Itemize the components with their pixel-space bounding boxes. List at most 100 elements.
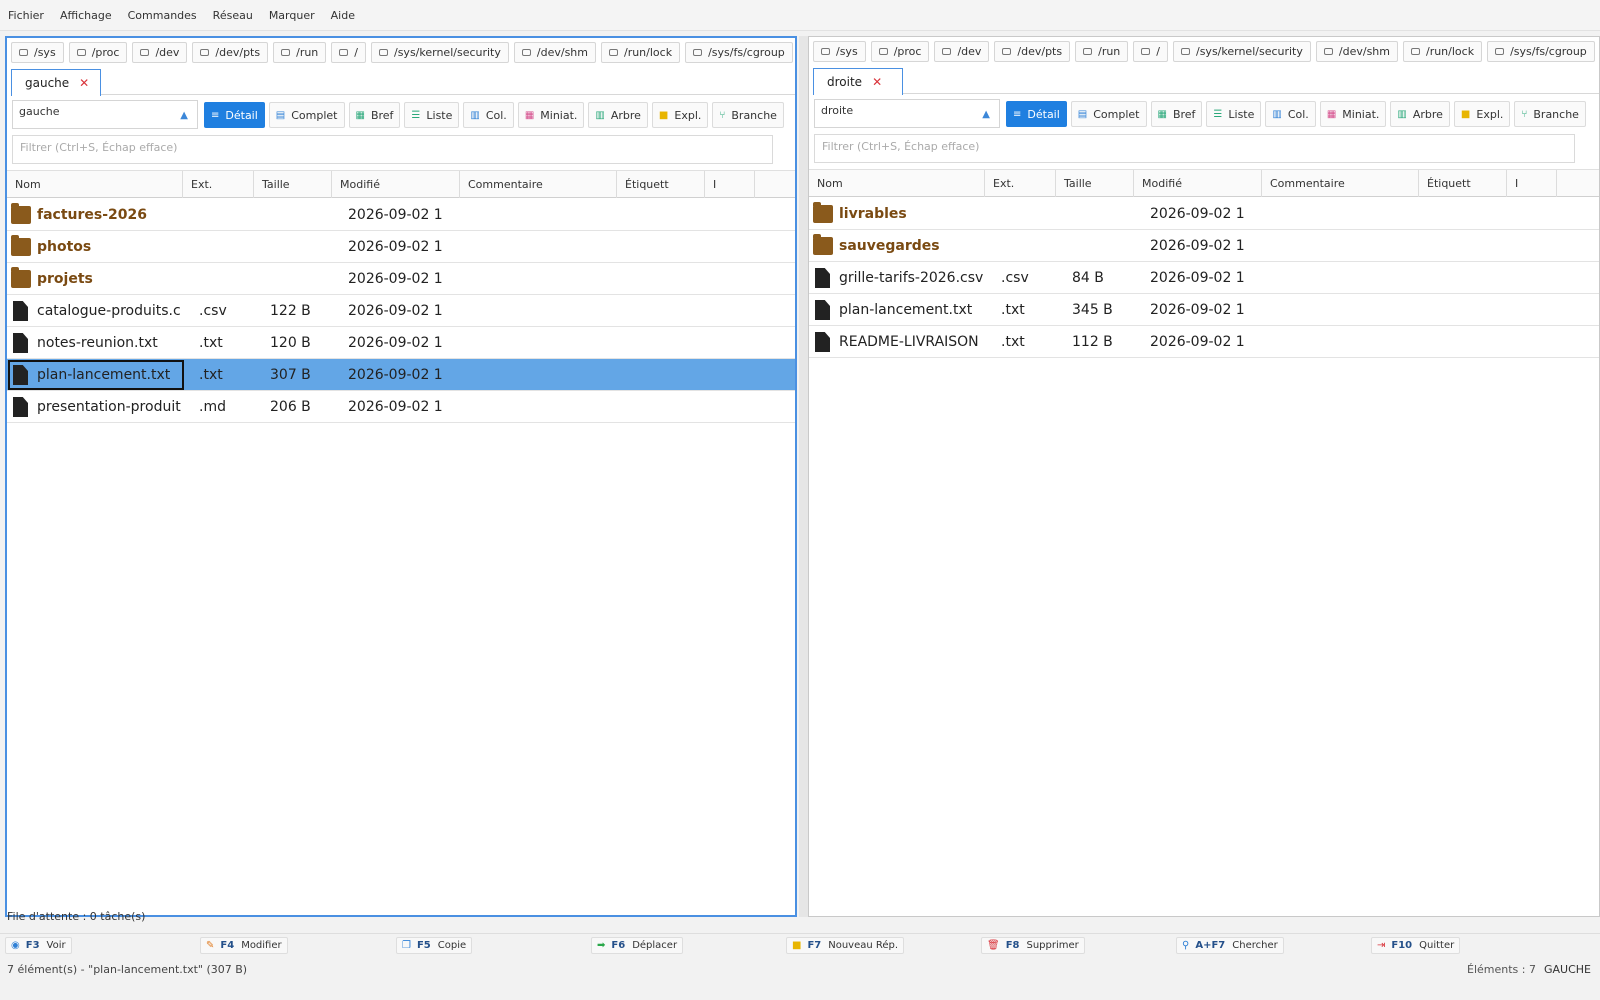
column-5[interactable]: Étiquett — [617, 171, 705, 198]
close-icon[interactable]: ✕ — [872, 75, 882, 89]
menu-aide[interactable]: Aide — [331, 9, 355, 22]
view-icon: ≡ — [211, 109, 220, 121]
table-row[interactable]: factures-2026 2026-09-02 1 — [7, 199, 795, 231]
drive-button[interactable]: /dev — [934, 41, 990, 62]
column-1[interactable]: Ext. — [183, 171, 254, 198]
table-row[interactable]: livrables 2026-09-02 1 — [809, 198, 1599, 230]
drive-button[interactable]: /dev/pts — [192, 42, 269, 63]
view-button-branche[interactable]: ⑂ Branche — [712, 102, 784, 128]
column-6[interactable]: I — [1507, 170, 1557, 197]
fkey-voir[interactable]: ◉ F3 Voir — [5, 937, 72, 954]
view-icon: ■ — [1460, 108, 1471, 120]
column-5[interactable]: Étiquett — [1419, 170, 1507, 197]
view-button-complet[interactable]: ▤ Complet — [268, 102, 345, 128]
file-date: 2026-09-02 1 — [1150, 206, 1245, 222]
table-row[interactable]: README-LIVRAISON .txt 112 B 2026-09-02 1 — [809, 326, 1599, 358]
view-button-expl[interactable]: ■ Expl. — [651, 102, 709, 128]
view-button-bref[interactable]: ▦ Bref — [348, 102, 401, 128]
up-arrow-icon[interactable]: ▲ — [180, 110, 188, 121]
menu-réseau[interactable]: Réseau — [213, 9, 253, 22]
tab-left[interactable]: gauche ✕ — [11, 69, 101, 96]
menu-marquer[interactable]: Marquer — [269, 9, 315, 22]
fkey-quitter[interactable]: ⇥ F10 Quitter — [1371, 937, 1461, 954]
table-row[interactable]: presentation-produit .md 206 B 2026-09-02 1 — [7, 391, 795, 423]
drive-button[interactable]: /proc — [68, 42, 128, 63]
view-button-expl[interactable]: ■ Expl. — [1453, 101, 1511, 127]
up-arrow-icon[interactable]: ▲ — [982, 109, 990, 120]
view-button-miniat[interactable]: ▦ Miniat. — [517, 102, 585, 128]
column-1[interactable]: Ext. — [985, 170, 1056, 197]
view-button-col[interactable]: ▥ Col. — [463, 102, 514, 128]
column-2[interactable]: Taille — [1056, 170, 1134, 197]
table-row[interactable]: photos 2026-09-02 1 — [7, 231, 795, 263]
column-2[interactable]: Taille — [254, 171, 332, 198]
drive-button[interactable]: /dev/pts — [994, 41, 1071, 62]
file-ext: .txt — [199, 335, 223, 351]
view-button-col[interactable]: ▥ Col. — [1265, 101, 1316, 127]
column-4[interactable]: Commentaire — [460, 171, 617, 198]
table-row[interactable]: projets 2026-09-02 1 — [7, 263, 795, 295]
fkey-chercher[interactable]: ⚲ A+F7 Chercher — [1176, 937, 1284, 954]
fkey-supprimer[interactable]: 🗑 F8 Supprimer — [981, 937, 1085, 954]
table-row[interactable]: catalogue-produits.c .csv 122 B 2026-09-02 … — [7, 295, 795, 327]
fkey-key: F10 — [1391, 940, 1413, 951]
fkey-modifier[interactable]: ✎ F4 Modifier — [200, 937, 288, 954]
fkey-nouveaurp[interactable]: ■ F7 Nouveau Rép. — [786, 937, 905, 954]
column-0[interactable]: Nom — [809, 170, 985, 197]
drive-button[interactable]: /sys/fs/cgroup — [685, 42, 793, 63]
drive-button[interactable]: / — [1133, 41, 1168, 62]
filter-input[interactable]: Filtrer (Ctrl+S, Échap efface) — [814, 134, 1575, 163]
drive-button[interactable]: /sys — [11, 42, 64, 63]
path-input[interactable]: gauche ▲ — [12, 100, 198, 129]
drive-button[interactable]: /dev — [132, 42, 188, 63]
drive-button[interactable]: /run/lock — [600, 42, 681, 63]
fkey-label: Nouveau Rép. — [828, 940, 899, 951]
drive-button[interactable]: /sys/fs/cgroup — [1487, 41, 1595, 62]
close-icon[interactable]: ✕ — [79, 76, 89, 90]
column-3[interactable]: Modifié — [1134, 170, 1262, 197]
view-button-bref[interactable]: ▦ Bref — [1150, 101, 1203, 127]
view-button-liste[interactable]: ☰ Liste — [404, 102, 460, 128]
view-button-détail[interactable]: ≡ Détail — [1006, 101, 1067, 127]
column-4[interactable]: Commentaire — [1262, 170, 1419, 197]
column-6[interactable]: I — [705, 171, 755, 198]
view-button-complet[interactable]: ▤ Complet — [1070, 101, 1147, 127]
menu-affichage[interactable]: Affichage — [60, 9, 112, 22]
drive-label: /proc — [91, 46, 120, 59]
filter-input[interactable]: Filtrer (Ctrl+S, Échap efface) — [12, 135, 773, 164]
drive-button[interactable]: /dev/shm — [1315, 41, 1398, 62]
column-0[interactable]: Nom — [7, 171, 183, 198]
table-row[interactable]: plan-lancement.txt .txt 345 B 2026-09-02 1 — [809, 294, 1599, 326]
tab-right[interactable]: droite ✕ — [813, 68, 903, 95]
fkey-copie[interactable]: ❐ F5 Copie — [396, 937, 473, 954]
drive-button[interactable]: /run/lock — [1402, 41, 1483, 62]
view-button-branche[interactable]: ⑂ Branche — [1514, 101, 1586, 127]
view-button-arbre[interactable]: ▥ Arbre — [588, 102, 648, 128]
drive-button[interactable]: /run — [273, 42, 327, 63]
table-row[interactable]: plan-lancement.txt .txt 307 B 2026-09-02 1 — [7, 359, 795, 391]
drive-button[interactable]: / — [331, 42, 366, 63]
table-row[interactable]: grille-tarifs-2026.csv .csv 84 B 2026-09-02… — [809, 262, 1599, 294]
menu-commandes[interactable]: Commandes — [128, 9, 197, 22]
drive-button[interactable]: /proc — [870, 41, 930, 62]
column-3[interactable]: Modifié — [332, 171, 460, 198]
view-button-miniat[interactable]: ▦ Miniat. — [1319, 101, 1387, 127]
drive-button[interactable]: /sys/kernel/security — [371, 42, 509, 63]
drive-button[interactable]: /sys/kernel/security — [1173, 41, 1311, 62]
right-pane[interactable]: /sys/proc/dev/dev/pts/run / /sys/kernel/se… — [808, 36, 1600, 917]
path-input[interactable]: droite ▲ — [814, 99, 1000, 128]
fkey-dplacer[interactable]: ➡ F6 Déplacer — [591, 937, 684, 954]
view-icon: ■ — [658, 109, 669, 121]
left-pane[interactable]: /sys/proc/dev/dev/pts/run / /sys/kernel/se… — [5, 36, 797, 917]
view-button-arbre[interactable]: ▥ Arbre — [1390, 101, 1450, 127]
drive-button[interactable]: /run — [1075, 41, 1129, 62]
view-label: Complet — [1093, 107, 1140, 121]
drive-button[interactable]: /sys — [813, 41, 866, 62]
table-row[interactable]: notes-reunion.txt .txt 120 B 2026-09-02 1 — [7, 327, 795, 359]
table-row[interactable]: sauvegardes 2026-09-02 1 — [809, 230, 1599, 262]
menu-fichier[interactable]: Fichier — [8, 9, 44, 22]
view-button-détail[interactable]: ≡ Détail — [204, 102, 265, 128]
pane-splitter[interactable] — [799, 36, 808, 917]
view-button-liste[interactable]: ☰ Liste — [1206, 101, 1262, 127]
drive-button[interactable]: /dev/shm — [513, 42, 596, 63]
